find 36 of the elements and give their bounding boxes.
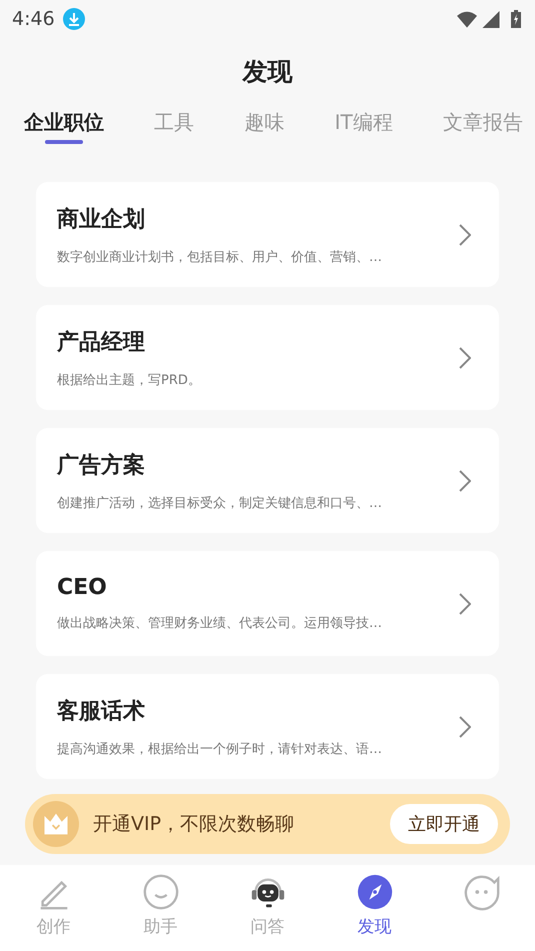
template-card[interactable]: 产品经理 根据给出主题，写PRD。 — [36, 305, 499, 410]
page-title: 发现 — [241, 56, 294, 88]
card-title: 商业企划 — [57, 206, 146, 234]
nav-tab[interactable]: 发现 — [340, 873, 410, 938]
template-card[interactable]: 商业企划 数字创业商业计划书，包括目标、用户、价值、营销、… — [36, 182, 499, 287]
tab[interactable]: 企业职位 — [24, 107, 104, 137]
open-vip-button[interactable]: 立即开通 — [390, 804, 498, 844]
card-description: 创建推广活动，选择目标受众，制定关键信息和口号、… — [57, 494, 382, 512]
status-time: 4:46 — [12, 8, 55, 30]
vip-banner[interactable]: 开通VIP，不限次数畅聊 立即开通 — [25, 794, 510, 854]
card-description: 数字创业商业计划书，包括目标、用户、价值、营销、… — [57, 248, 382, 266]
card-description: 提高沟通效果，根据给出一个例子时，请针对表达、语… — [57, 740, 382, 758]
template-card[interactable]: 广告方案 创建推广活动，选择目标受众，制定关键信息和口号、… — [36, 428, 499, 533]
template-card[interactable]: 客服话术 提高沟通效果，根据给出一个例子时，请针对表达、语… — [36, 674, 499, 779]
card-title: 广告方案 — [57, 452, 146, 480]
chevron-right-icon — [459, 716, 471, 738]
wifi-icon — [457, 10, 477, 28]
crown-icon — [33, 801, 79, 847]
chevron-right-icon — [459, 346, 471, 368]
chevron-right-icon — [459, 224, 471, 246]
card-title: CEO — [57, 575, 108, 600]
vip-promo-text: 开通VIP，不限次数畅聊 — [93, 812, 296, 837]
smiley-icon — [142, 873, 180, 911]
tab-indicator — [45, 140, 83, 144]
template-card[interactable]: CEO 做出战略决策、管理财务业绩、代表公司。运用领导技… — [36, 551, 499, 656]
card-title: 产品经理 — [57, 328, 146, 356]
chat-bubble-icon — [462, 873, 500, 911]
compass-icon — [356, 873, 394, 911]
signal-icon — [481, 10, 501, 28]
card-description: 做出战略决策、管理财务业绩、代表公司。运用领导技… — [57, 615, 382, 632]
chevron-right-icon — [459, 592, 471, 614]
download-icon — [62, 8, 85, 30]
chevron-right-icon — [459, 470, 471, 492]
card-title: 客服话术 — [57, 698, 146, 726]
battery-icon — [511, 10, 521, 28]
card-description: 根据给出主题，写PRD。 — [57, 372, 201, 388]
